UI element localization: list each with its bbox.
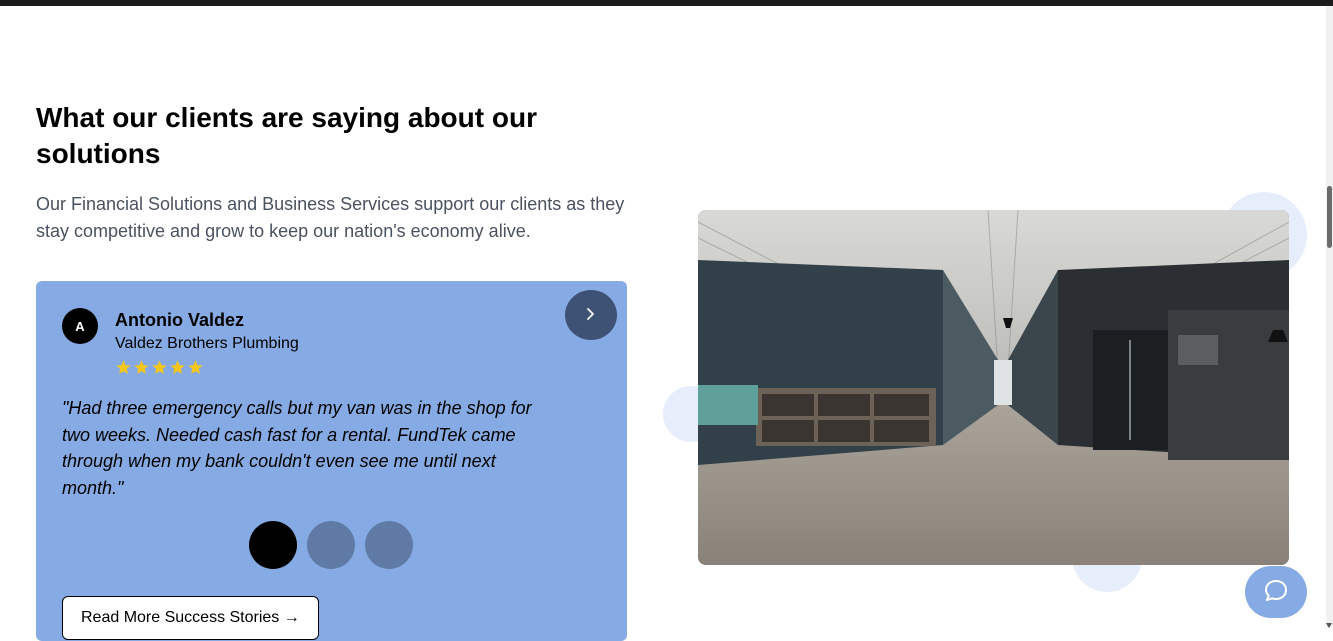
- scrollbar[interactable]: [1326, 6, 1333, 628]
- slide-dot-1[interactable]: [249, 521, 297, 569]
- slide-dot-3[interactable]: [365, 521, 413, 569]
- star-icon: [115, 359, 132, 376]
- star-icon: [133, 359, 150, 376]
- next-testimonial-button[interactable]: [565, 290, 617, 340]
- star-icon: [169, 359, 186, 376]
- read-more-button[interactable]: Read More Success Stories →: [62, 596, 319, 640]
- chat-button[interactable]: [1245, 566, 1307, 618]
- star-icon: [151, 359, 168, 376]
- top-bar: [0, 0, 1333, 6]
- testimonial-quote: "Had three emergency calls but my van wa…: [62, 398, 532, 499]
- slide-dot-2[interactable]: [307, 521, 355, 569]
- star-icon: [187, 359, 204, 376]
- chevron-right-icon: [585, 307, 597, 324]
- scroll-down-arrow-icon[interactable]: [1326, 623, 1332, 628]
- chat-bubble-icon: [1263, 578, 1289, 607]
- star-rating: [115, 359, 204, 376]
- section-heading: What our clients are saying about our so…: [36, 102, 537, 169]
- scrollbar-thumb[interactable]: [1327, 186, 1332, 248]
- client-company: Valdez Brothers Plumbing: [115, 335, 299, 352]
- testimonial-card: A Antonio Valdez Valdez Brothers Plumbin…: [36, 281, 627, 641]
- client-name: Antonio Valdez: [115, 310, 245, 330]
- section-subtext: Our Financial Solutions and Business Ser…: [36, 194, 625, 241]
- office-interior-photo: [698, 210, 1289, 565]
- avatar: A: [62, 308, 98, 344]
- slider-pagination: [249, 521, 413, 569]
